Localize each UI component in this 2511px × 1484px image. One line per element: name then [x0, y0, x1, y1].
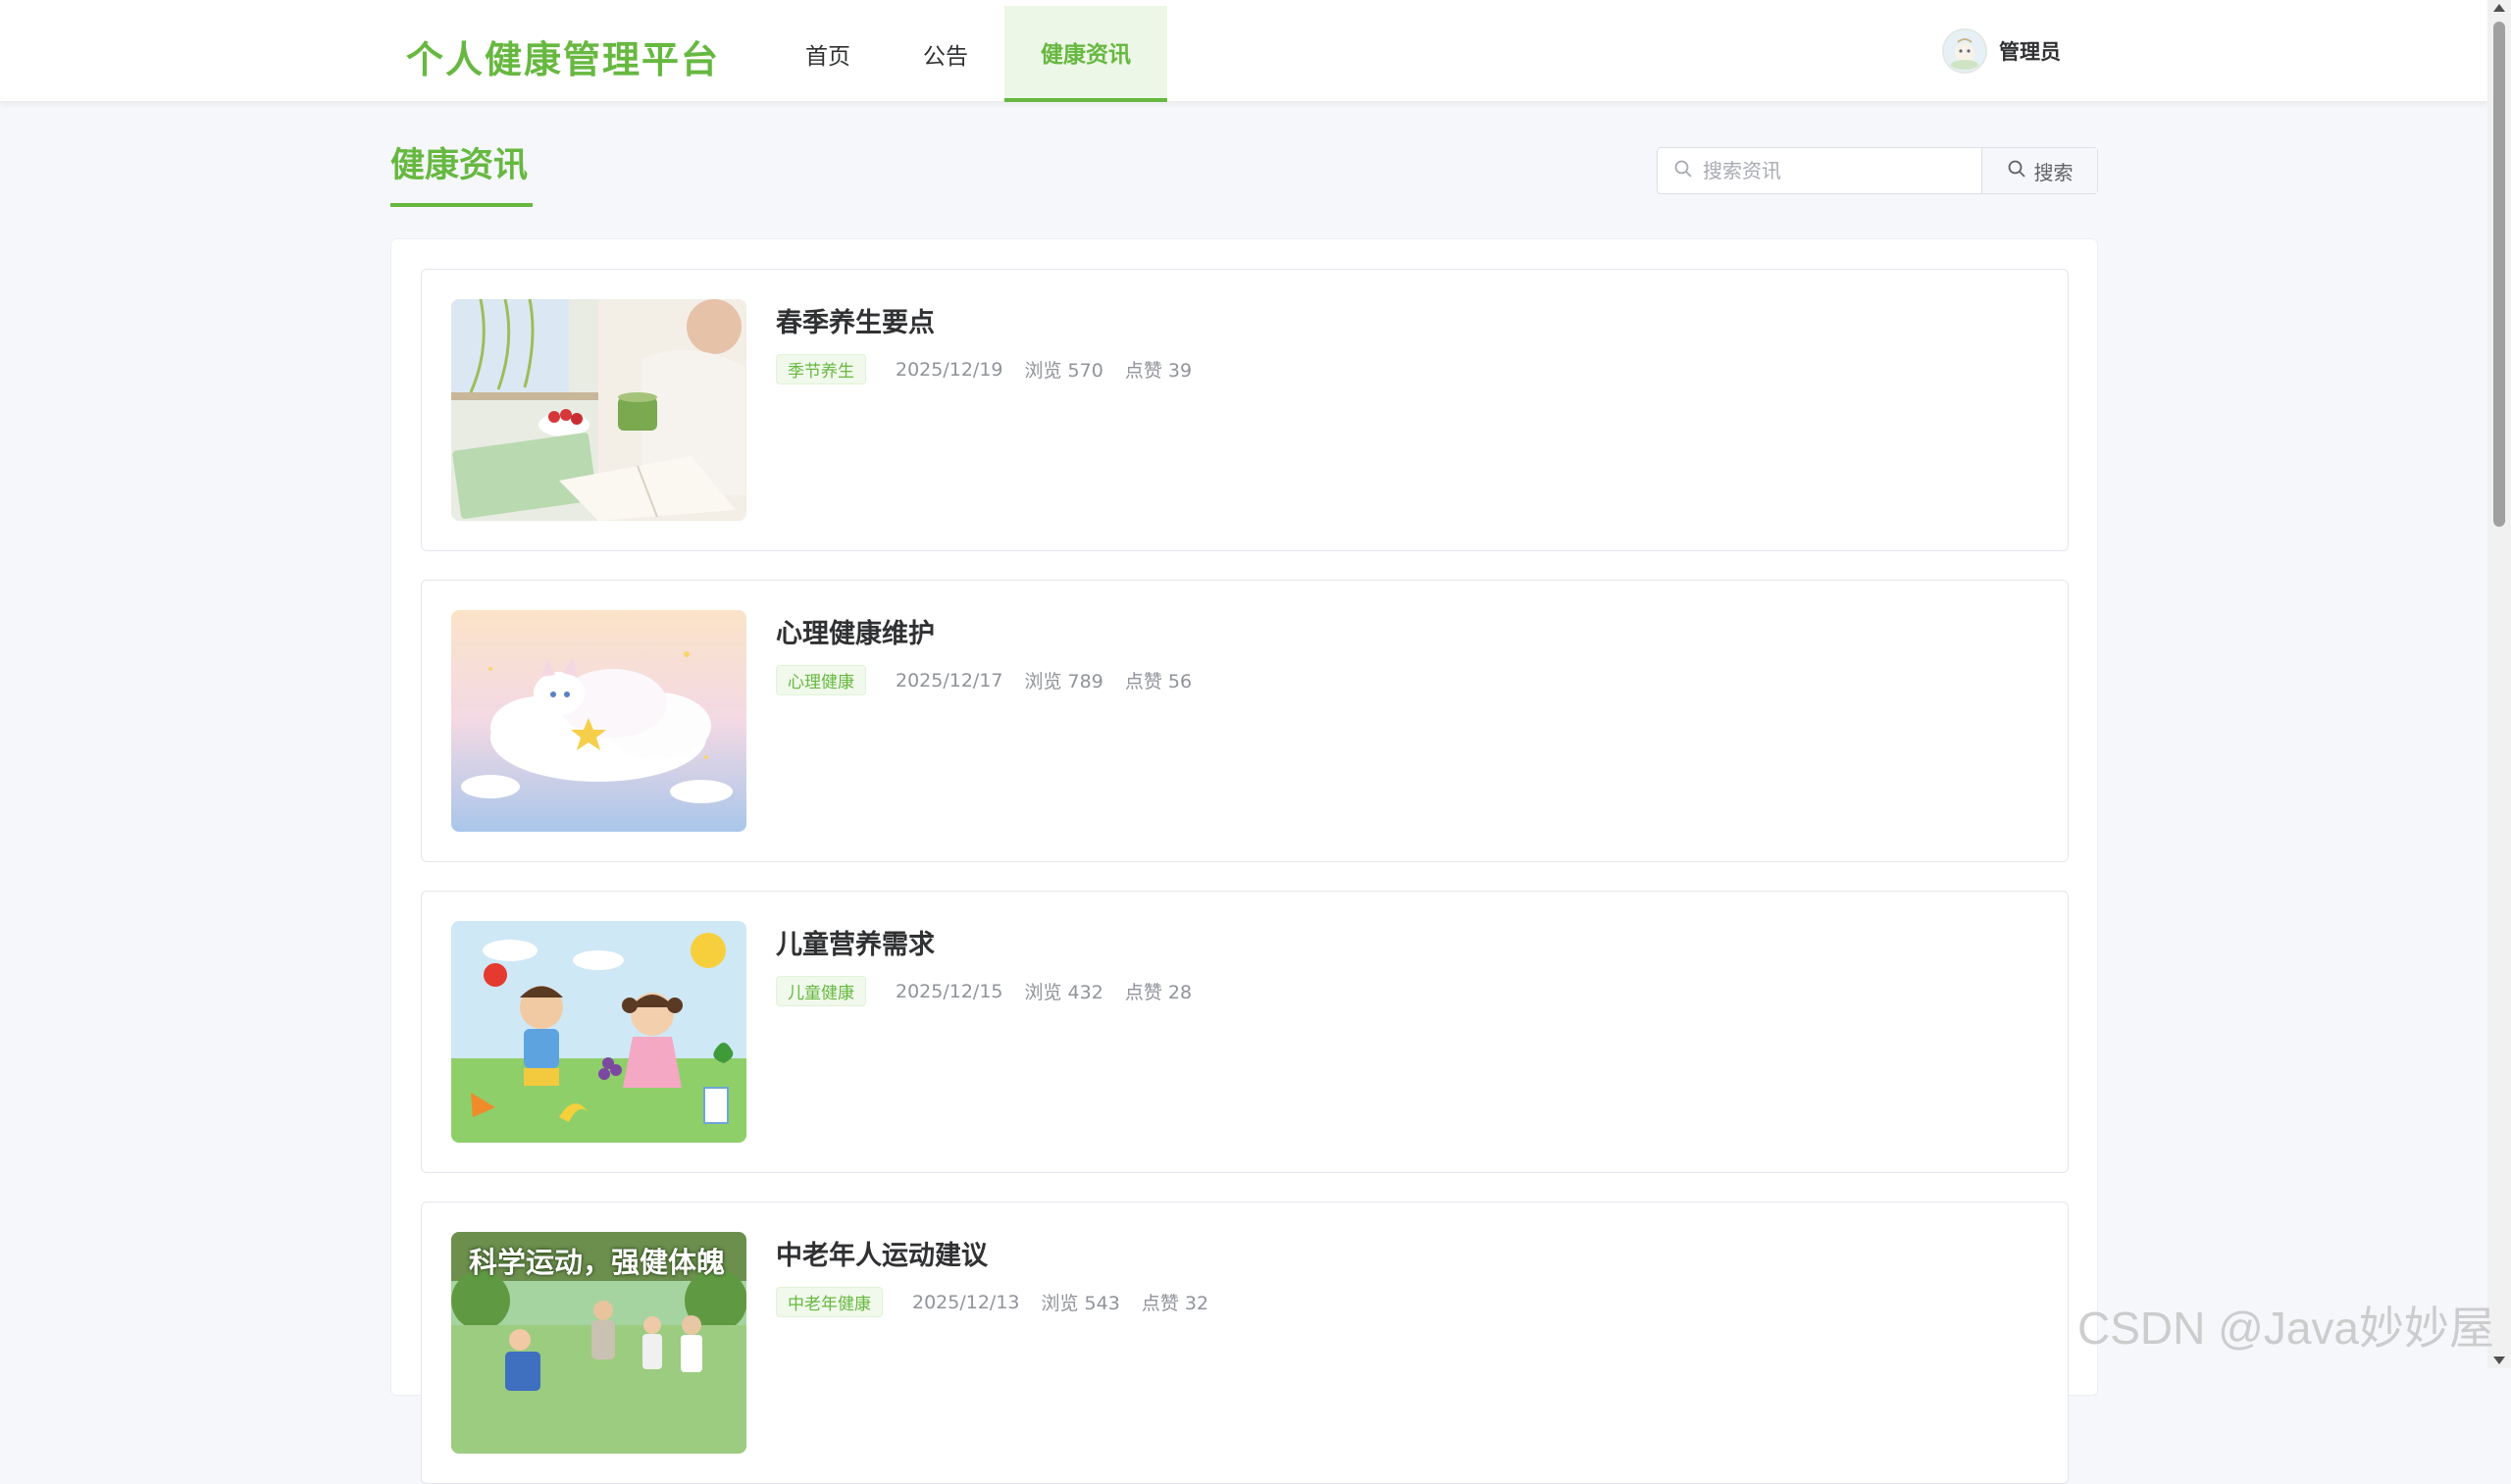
article-card[interactable]: 儿童营养需求 儿童健康 2025/12/15 浏览 432 点赞 28: [421, 891, 2069, 1173]
search-input[interactable]: [1703, 159, 1977, 182]
article-date: 2025/12/17: [896, 669, 1003, 691]
top-header: 个人健康管理平台 首页 公告 健康资讯 管理员: [0, 0, 2487, 102]
scroll-up-icon[interactable]: [2493, 4, 2505, 12]
article-card[interactable]: 心理健康维护 心理健康 2025/12/17 浏览 789 点赞 56: [421, 580, 2069, 862]
nav-item-health-news[interactable]: 健康资讯: [1004, 6, 1167, 102]
category-tag: 儿童健康: [776, 976, 866, 1006]
article-likes: 点赞 28: [1124, 982, 1193, 1003]
user-name[interactable]: 管理员: [1999, 36, 2061, 66]
article-views: 浏览 570: [1024, 360, 1103, 382]
article-card[interactable]: 春季养生要点 季节养生 2025/12/19 浏览 570 点赞 39: [421, 269, 2069, 551]
category-tag: 季节养生: [776, 354, 866, 384]
article-thumbnail[interactable]: [451, 610, 746, 832]
article-title[interactable]: 儿童营养需求: [776, 923, 935, 961]
category-tag: 中老年健康: [776, 1287, 883, 1317]
thumbnail-caption: 科学运动，强健体魄: [469, 1246, 726, 1279]
article-views: 浏览 543: [1041, 1293, 1120, 1314]
article-views: 浏览 432: [1024, 982, 1103, 1003]
article-likes: 点赞 32: [1141, 1293, 1209, 1314]
article-meta: 中老年健康 2025/12/13 浏览 543 点赞 32: [776, 1287, 1208, 1317]
app-logo[interactable]: 个人健康管理平台: [406, 29, 720, 83]
search-icon: [1673, 159, 1693, 182]
nav-item-home[interactable]: 首页: [769, 6, 887, 102]
article-likes: 点赞 56: [1124, 671, 1193, 692]
search-button[interactable]: 搜索: [1981, 148, 2097, 193]
article-thumbnail[interactable]: 科学运动，强健体魄: [451, 1232, 746, 1454]
avatar[interactable]: [1942, 28, 1987, 74]
watermark: CSDN @Java妙妙屋: [2077, 1303, 2494, 1354]
article-meta: 季节养生 2025/12/19 浏览 570 点赞 39: [776, 354, 1192, 384]
article-meta: 儿童健康 2025/12/15 浏览 432 点赞 28: [776, 976, 1192, 1006]
search-input-wrap[interactable]: [1658, 148, 1981, 193]
nav-item-announcements[interactable]: 公告: [887, 6, 1004, 102]
article-thumbnail[interactable]: [451, 299, 746, 521]
article-card[interactable]: 科学运动，强健体魄 中老年人运动建议 中老年健康 2025/12/13 浏览 5…: [421, 1202, 2069, 1484]
category-tag: 心理健康: [776, 665, 866, 695]
article-likes: 点赞 39: [1124, 360, 1193, 382]
page-title: 健康资讯: [390, 146, 529, 185]
scroll-down-icon[interactable]: [2493, 1356, 2505, 1364]
article-date: 2025/12/19: [896, 358, 1003, 381]
main-nav: 首页 公告 健康资讯: [769, 6, 1167, 102]
scrollbar-thumb[interactable]: [2493, 22, 2505, 527]
page-scrollbar[interactable]: [2487, 0, 2511, 1368]
user-menu[interactable]: 管理员: [1942, 28, 2061, 74]
article-title[interactable]: 中老年人运动建议: [776, 1234, 988, 1272]
article-title[interactable]: 心理健康维护: [776, 612, 935, 650]
article-meta: 心理健康 2025/12/17 浏览 789 点赞 56: [776, 665, 1192, 695]
article-date: 2025/12/13: [912, 1291, 1020, 1313]
title-underline: [390, 203, 533, 207]
search-button-label: 搜索: [2033, 160, 2074, 184]
article-views: 浏览 789: [1024, 671, 1103, 692]
article-title[interactable]: 春季养生要点: [776, 301, 935, 339]
search-bar: 搜索: [1657, 147, 2098, 194]
search-icon: [2007, 159, 2026, 183]
article-date: 2025/12/15: [896, 980, 1003, 1002]
article-list-panel: 春季养生要点 季节养生 2025/12/19 浏览 570 点赞 39 心理健康…: [390, 238, 2098, 1484]
article-thumbnail[interactable]: [451, 921, 746, 1143]
